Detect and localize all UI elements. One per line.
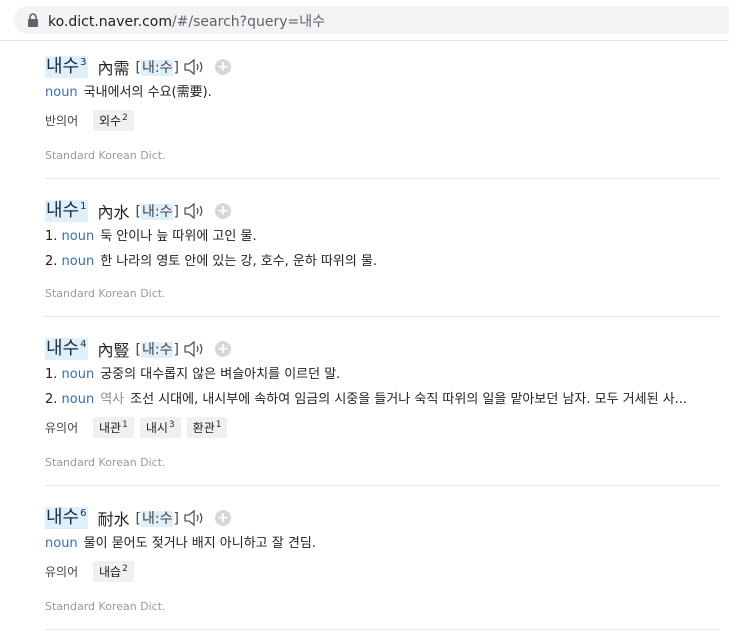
dictionary-entry: 내수6 耐水 [내:수] + noun 물이 묻어도 젖거나 배지 아니하고 잘 견딤. 유… [45, 486, 720, 630]
homonym-number: 6 [80, 508, 87, 519]
plus-icon[interactable]: + [214, 203, 231, 219]
pronunciation: [내:수] [135, 204, 179, 220]
pronunciation: [내:수] [135, 60, 179, 76]
headword-line: 내수1 內水 [내:수] + [45, 197, 720, 225]
relation-label: 유의어 [45, 565, 79, 579]
hanja-text: 內豎 [97, 341, 130, 360]
headword[interactable]: 내수1 [45, 200, 88, 222]
headword-text: 내수 [46, 200, 80, 221]
url-field[interactable]: ko.dict.naver.com/#/search?query=내수 [14, 6, 729, 34]
speaker-icon[interactable] [183, 201, 207, 221]
address-bar[interactable]: ko.dict.naver.com/#/search?query=내수 [0, 0, 729, 41]
relation-label: 유의어 [45, 421, 79, 435]
headword[interactable]: 내수6 [45, 507, 88, 529]
related-word: 내시 [145, 421, 168, 435]
definition: 1. noun 둑 안이나 늪 따위에 고인 물. [45, 225, 720, 250]
part-of-speech: noun [61, 392, 95, 407]
speaker-icon[interactable] [183, 339, 207, 359]
related-words: 유의어 내습2 [45, 557, 720, 588]
headword-line: 내수3 內需 [내:수] + [45, 53, 720, 81]
headword[interactable]: 내수4 [45, 338, 88, 360]
definition-number: 1. [45, 367, 58, 382]
related-word-link[interactable]: 내관1 [93, 417, 134, 438]
definition-number: 1. [45, 229, 58, 244]
definition: 2. noun 역사 조선 시대에, 내시부에 속하여 임금의 시중을 들거나 숙직… [45, 388, 720, 413]
related-words: 유의어 내관1 내시3 환관1 [45, 413, 720, 444]
dictionary-entry: 내수1 內水 [내:수] +1. noun 둑 안이나 늪 따위에 고인 물. 2. no… [45, 179, 720, 317]
definition-text: 한 나라의 영토 안에 있는 강, 호수, 운하 따위의 물. [100, 254, 378, 269]
definition-text: 조선 시대에, 내시부에 속하여 임금의 시중을 들거나 숙직 따위의 일을 맡… [130, 392, 688, 407]
search-results: 내수3 內需 [내:수] + noun 국내에서의 수요(需要). 반의어 외수2 Standa… [0, 41, 729, 630]
hanja-text: 內水 [97, 203, 130, 222]
hanja-text: 內需 [97, 59, 130, 78]
headword-text: 내수 [46, 338, 80, 359]
related-word-number: 2 [122, 564, 128, 574]
headword-line: 내수6 耐水 [내:수] + [45, 504, 720, 532]
definition-text: 국내에서의 수요(需要). [83, 85, 212, 100]
part-of-speech: noun [61, 229, 95, 244]
source-label[interactable]: Standard Korean Dict. [45, 444, 720, 485]
speaker-icon[interactable] [183, 57, 207, 77]
pronunciation-text: 내:수 [140, 342, 174, 358]
related-word-number: 2 [122, 113, 128, 123]
definition-text: 물이 묻어도 젖거나 배지 아니하고 잘 견딤. [83, 536, 316, 551]
source-label[interactable]: Standard Korean Dict. [45, 275, 720, 316]
source-label[interactable]: Standard Korean Dict. [45, 137, 720, 178]
headword-text: 내수 [46, 507, 80, 528]
definition: 2. noun 한 나라의 영토 안에 있는 강, 호수, 운하 따위의 물. [45, 250, 720, 275]
pronunciation-text: 내:수 [140, 60, 174, 76]
url-text: ko.dict.naver.com/#/search?query=내수 [48, 11, 325, 31]
speaker-icon[interactable] [183, 508, 207, 528]
related-word-number: 1 [122, 420, 128, 430]
plus-icon[interactable]: + [214, 510, 231, 526]
definition: 1. noun 궁중의 대수롭지 않은 벼슬아치를 이르던 말. [45, 363, 720, 388]
homonym-number: 4 [80, 339, 87, 350]
related-word: 외수 [99, 114, 122, 128]
hanja-text: 耐水 [97, 510, 130, 529]
field-label: 역사 [100, 392, 125, 407]
source-label[interactable]: Standard Korean Dict. [45, 588, 720, 629]
plus-icon[interactable]: + [214, 341, 231, 357]
related-word: 내습 [99, 565, 122, 579]
headword-text: 내수 [46, 56, 80, 77]
related-word-link[interactable]: 환관1 [186, 417, 228, 438]
definition-number: 2. [45, 254, 58, 269]
pronunciation-text: 내:수 [140, 204, 174, 220]
dictionary-entry: 내수3 內需 [내:수] + noun 국내에서의 수요(需要). 반의어 외수2 Standa… [45, 41, 720, 179]
definition-text: 둑 안이나 늪 따위에 고인 물. [100, 229, 257, 244]
part-of-speech: noun [45, 536, 78, 551]
definition: noun 물이 묻어도 젖거나 배지 아니하고 잘 견딤. [45, 532, 720, 557]
dictionary-entry: 내수4 內豎 [내:수] +1. noun 궁중의 대수롭지 않은 벼슬아치를 이르던 … [45, 317, 720, 486]
definition-text: 궁중의 대수롭지 않은 벼슬아치를 이르던 말. [100, 367, 341, 382]
related-word-link[interactable]: 내시3 [139, 417, 181, 438]
pronunciation: [내:수] [135, 511, 179, 527]
url-path: /#/search?query=내수 [171, 14, 325, 30]
related-words: 반의어 외수2 [45, 106, 720, 137]
relation-label: 반의어 [45, 114, 79, 128]
definition: noun 국내에서의 수요(需要). [45, 81, 720, 106]
definition-number: 2. [45, 392, 58, 407]
homonym-number: 3 [80, 57, 87, 68]
part-of-speech: noun [45, 85, 78, 100]
homonym-number: 1 [80, 201, 87, 212]
related-word: 내관 [99, 421, 122, 435]
related-word-number: 1 [215, 420, 222, 430]
lock-icon [28, 13, 38, 27]
headword-line: 내수4 內豎 [내:수] + [45, 335, 720, 363]
plus-icon[interactable]: + [214, 59, 231, 75]
part-of-speech: noun [61, 254, 95, 269]
related-word-link[interactable]: 내습2 [93, 561, 134, 582]
url-host: ko.dict.naver.com [48, 14, 172, 30]
related-word-number: 3 [168, 420, 175, 430]
part-of-speech: noun [61, 367, 95, 382]
related-word-link[interactable]: 외수2 [93, 110, 134, 131]
headword[interactable]: 내수3 [45, 56, 88, 78]
related-word: 환관 [192, 421, 215, 435]
pronunciation-text: 내:수 [140, 511, 174, 527]
pronunciation: [내:수] [135, 342, 179, 358]
